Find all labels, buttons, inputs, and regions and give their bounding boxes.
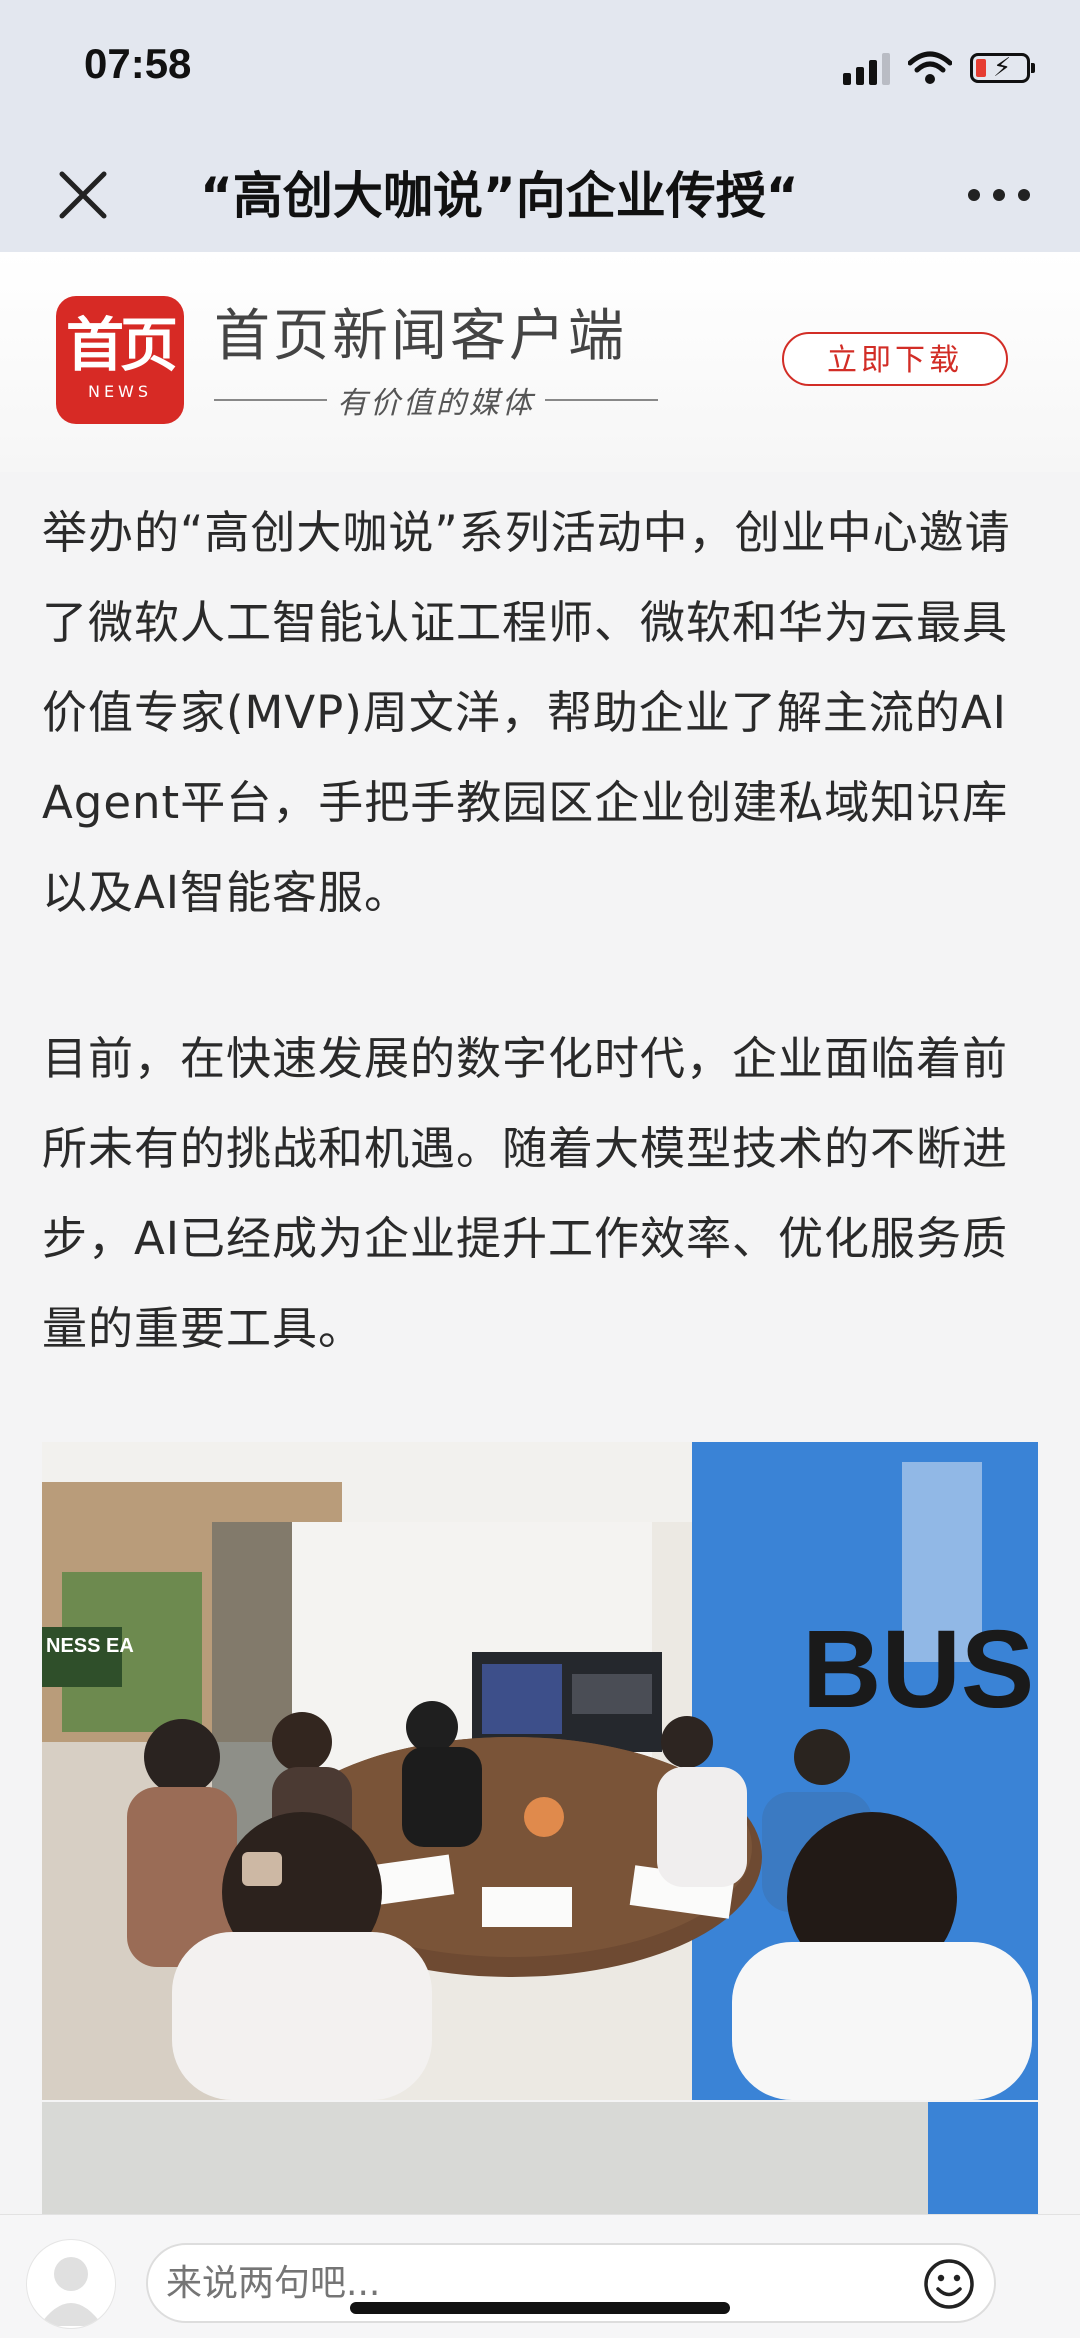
home-indicator[interactable] [350, 2302, 730, 2314]
page-title: “高创大咖说”向企业传授“ [200, 167, 799, 225]
article-paragraph: 目前，在快速发展的数字化时代，企业面临着前所未有的挑战和机遇。随着大模型技术的不… [42, 1032, 1009, 1355]
article-paragraph: 举办的“高创大咖说”系列活动中，创业中心邀请了微软人工智能认证工程师、微软和华为… [42, 506, 1011, 919]
status-time: 07:58 [84, 40, 192, 87]
article-photo: BUSI NESS EA [42, 1442, 1038, 2100]
wall-lettering: BUSI [802, 1608, 1038, 1731]
emoji-icon[interactable] [922, 2257, 976, 2311]
wall-lettering-left: NESS EA [46, 1635, 134, 1657]
app-logo: 首页 NEWS [56, 296, 184, 424]
app-name: 首页新闻客户端 [214, 304, 627, 369]
download-button[interactable]: 立即下载 [782, 332, 1008, 386]
slogan-row: 有价值的媒体 [214, 380, 658, 421]
status-icons: ⚡ [843, 48, 1035, 88]
logo-subtext: NEWS [87, 382, 153, 401]
signal-icon [843, 51, 890, 85]
user-avatar-icon[interactable] [26, 2239, 116, 2329]
wifi-icon [908, 51, 952, 84]
close-icon[interactable] [50, 162, 116, 228]
battery-charging-icon: ⚡ [970, 53, 1035, 83]
app-download-banner: 首页 NEWS 首页新闻客户端 有价值的媒体 立即下载 [0, 252, 1080, 472]
article-body: 举办的“高创大咖说”系列活动中，创业中心邀请了微软人工智能认证工程师、微软和华为… [42, 488, 1042, 1374]
nav-bar: “高创大咖说”向企业传授“ [0, 140, 1080, 252]
article-photo-next [42, 2102, 1038, 2222]
meeting-room-illustration: BUSI NESS EA [42, 1442, 1038, 2100]
logo-text: 首页 [65, 311, 178, 379]
comment-bar [0, 2214, 1080, 2338]
more-icon[interactable] [968, 180, 1030, 210]
slogan: 有价值的媒体 [337, 386, 535, 421]
status-bar: 07:58 ⚡ [0, 0, 1080, 140]
